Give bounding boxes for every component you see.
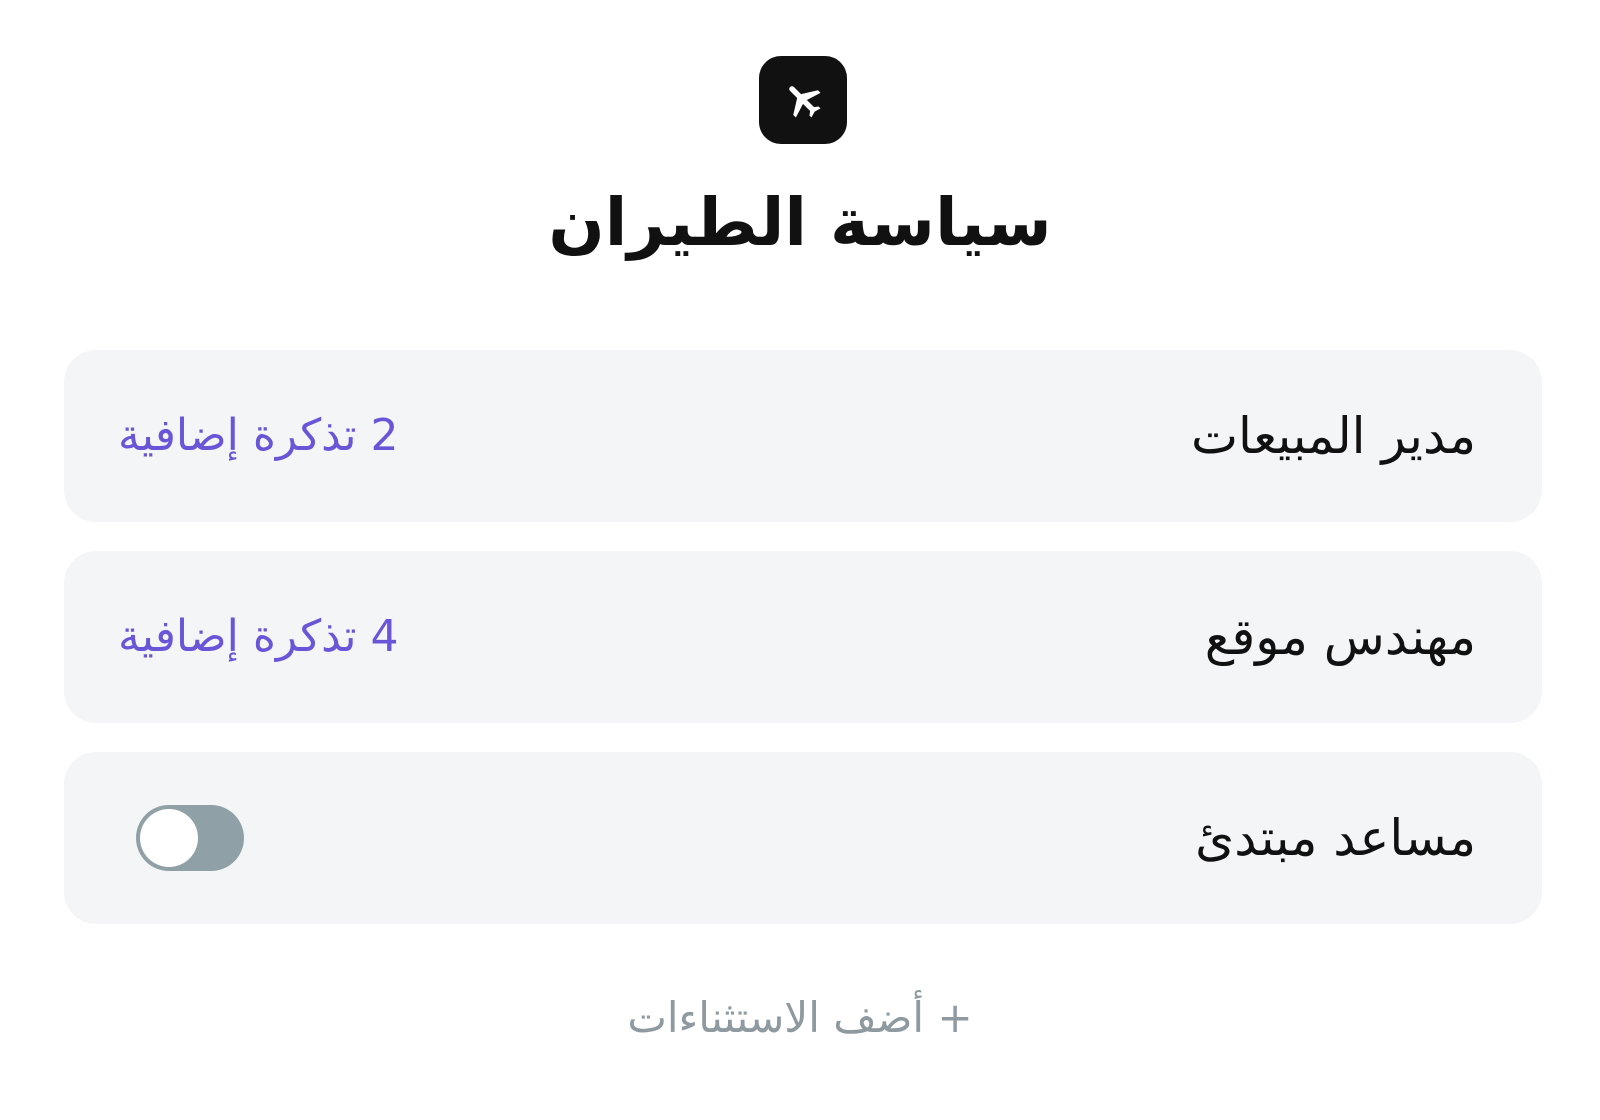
airplane-icon: [759, 56, 847, 144]
add-exceptions-button[interactable]: + أضف الاستثناءات: [0, 988, 1600, 1048]
extra-tickets-link[interactable]: 2 تذكرة إضافية: [118, 406, 398, 466]
policy-role-label: مهندس موقع: [1204, 608, 1476, 666]
extra-tickets-link[interactable]: 4 تذكرة إضافية: [118, 607, 398, 667]
policy-row-junior-assistant: مساعد مبتدئ: [64, 752, 1542, 924]
policy-row-site-engineer[interactable]: مهندس موقع 4 تذكرة إضافية: [64, 551, 1542, 723]
flight-policy-screen: سياسة الطيران مدير المبيعات 2 تذكرة إضاف…: [0, 0, 1600, 1120]
airplane-glyph: [789, 86, 821, 118]
page-title: سياسة الطيران: [548, 184, 1052, 261]
policy-row-sales-manager[interactable]: مدير المبيعات 2 تذكرة إضافية: [64, 350, 1542, 522]
policy-role-label: مدير المبيعات: [1190, 407, 1476, 465]
policy-toggle-switch[interactable]: [136, 805, 244, 871]
toggle-knob: [140, 809, 198, 867]
policy-role-label: مساعد مبتدئ: [1195, 809, 1476, 867]
